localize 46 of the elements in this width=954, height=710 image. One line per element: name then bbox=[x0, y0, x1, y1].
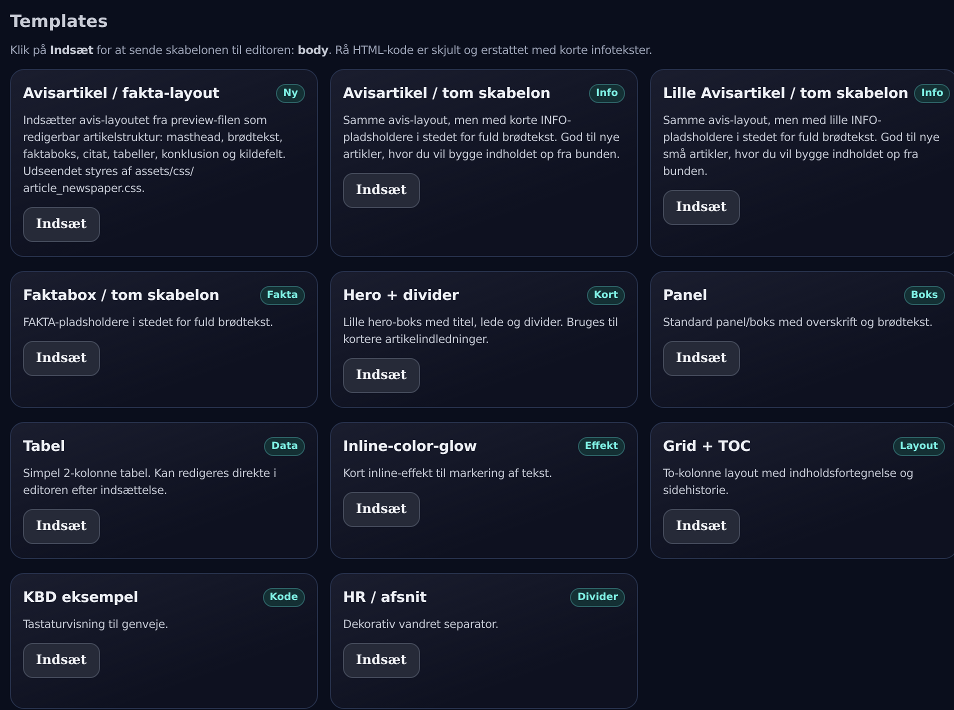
page-title: Templates bbox=[10, 11, 109, 34]
template-title: Avisartikel / tom skabelon bbox=[343, 86, 550, 102]
template-description: Simpel 2-kolonne tabel. Kan redigeres direkte i editoren efter indsættelse. bbox=[23, 466, 278, 499]
template-tag: Data bbox=[264, 437, 305, 456]
template-title: Faktabox / tom skabelon bbox=[23, 288, 220, 304]
template-description: Indsætter avis-layoutet fra preview-filen som redigerbar artikelstruktur: masthead, brødtekst, faktaboks, citat, tabeller, konklusion og kildefelt. Udseendet styres af assets/css/ article_newspaper.css. bbox=[23, 113, 287, 197]
template-description: Lille hero-boks med titel, lede og divider. Bruges til kortere artikelindledninger. bbox=[343, 315, 619, 348]
insert-button[interactable]: Indsæt bbox=[663, 509, 740, 544]
insert-button[interactable]: Indsæt bbox=[343, 358, 420, 393]
instruction-text: Klik på Indsæt for at sende skabelonen til editoren: body. Rå HTML-kode er skjult og erstattet med korte infotekster. bbox=[10, 43, 654, 57]
insert-button[interactable]: Indsæt bbox=[343, 173, 420, 208]
template-tag: Effekt bbox=[578, 437, 625, 456]
insert-button[interactable]: Indsæt bbox=[23, 509, 100, 544]
template-tag: Fakta bbox=[260, 286, 305, 305]
template-title: Inline-color-glow bbox=[343, 438, 477, 454]
template-tag: Boks bbox=[904, 286, 945, 305]
template-tag: Info bbox=[914, 84, 950, 103]
template-tag: Kort bbox=[586, 286, 625, 305]
template-description: Samme avis-layout, men med korte INFO-pladsholdere i stedet for fuld brødtekst. God til nye artikler, hvor du vil bygge indholdet op fra bunden. bbox=[343, 113, 621, 163]
template-title: Tabel bbox=[23, 438, 65, 454]
template-title: KBD eksempel bbox=[23, 590, 138, 606]
template-description: Dekorativ vandret separator. bbox=[343, 617, 498, 633]
template-description: FAKTA-pladsholdere i stedet for fuld brødtekst. bbox=[23, 315, 274, 331]
insert-button[interactable]: Indsæt bbox=[23, 341, 100, 376]
template-title: Avisartikel / fakta-layout bbox=[23, 86, 220, 102]
insert-button[interactable]: Indsæt bbox=[23, 643, 100, 678]
template-description: Samme avis-layout, men med lille INFO-pladsholdere i stedet for fuld brødtekst. God til nye små artikler, hvor du vil bygge indholdet op fra bunden. bbox=[663, 113, 940, 180]
template-description: To-kolonne layout med indholdsfortegnelse og sidehistorie. bbox=[663, 466, 914, 499]
template-title: Hero + divider bbox=[343, 288, 459, 304]
template-description: Standard panel/boks med overskrift og brødtekst. bbox=[663, 315, 933, 331]
insert-button[interactable]: Indsæt bbox=[663, 341, 740, 376]
template-title: HR / afsnit bbox=[343, 590, 426, 606]
template-tag: Ny bbox=[276, 84, 305, 103]
template-description: Tastaturvisning til genveje. bbox=[23, 617, 168, 633]
template-tag: Info bbox=[588, 84, 625, 103]
insert-button[interactable]: Indsæt bbox=[663, 190, 740, 225]
insert-button[interactable]: Indsæt bbox=[23, 207, 100, 242]
template-tag: Layout bbox=[892, 437, 945, 456]
insert-button[interactable]: Indsæt bbox=[343, 643, 420, 678]
template-title: Grid + TOC bbox=[663, 438, 751, 454]
template-description: Kort inline-effekt til markering af tekst. bbox=[343, 466, 552, 482]
insert-button[interactable]: Indsæt bbox=[343, 492, 420, 527]
template-title: Panel bbox=[663, 288, 708, 304]
template-title: Lille Avisartikel / tom skabelon bbox=[663, 86, 908, 102]
template-tag: Kode bbox=[262, 588, 305, 607]
template-tag: Divider bbox=[570, 588, 625, 607]
